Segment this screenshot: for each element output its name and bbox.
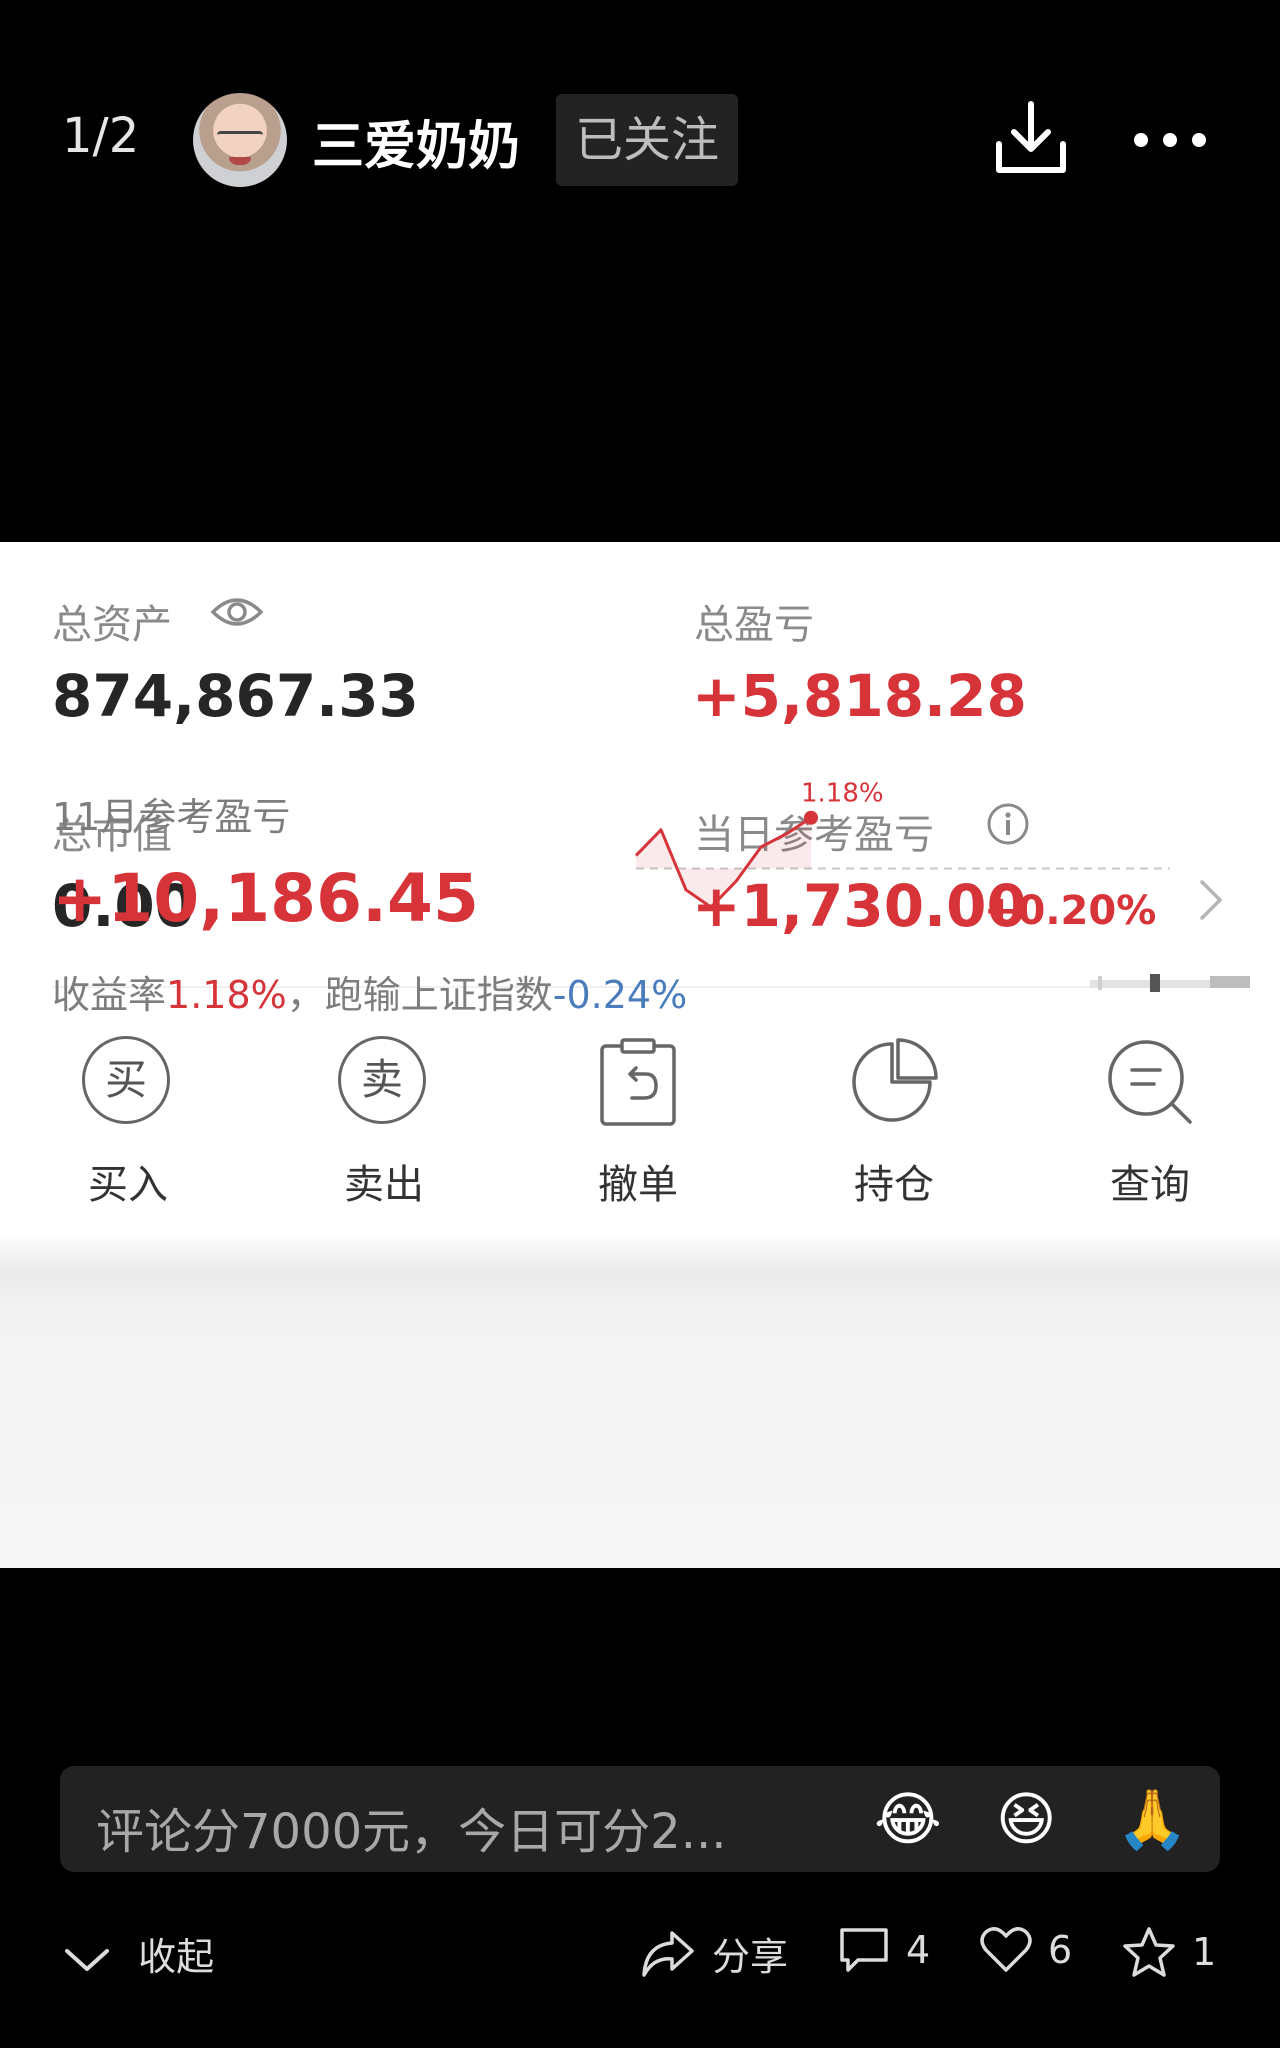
more-dot: [1192, 133, 1206, 147]
return-value: 1.18%: [166, 973, 287, 1017]
share-button[interactable]: 分享: [640, 1926, 788, 1981]
avatar-glasses: [217, 131, 263, 144]
sparkline-latest-point: [804, 810, 818, 825]
post-image[interactable]: 总资产 874,867.33 总盈亏 +5,818.28 总市值 0.00 当日…: [0, 542, 1280, 1568]
heart-icon: [980, 1927, 1032, 1972]
pray-emoji[interactable]: 🙏: [1116, 1786, 1188, 1852]
query-button[interactable]: 查询: [1060, 1036, 1240, 1210]
favorite-count: 1: [1192, 1930, 1217, 1974]
eye-icon: [210, 594, 264, 630]
avatar-mouth: [229, 157, 251, 165]
share-icon: [642, 1930, 694, 1977]
sell-icon: 卖: [338, 1036, 430, 1128]
sell-label: 卖出: [344, 1162, 424, 1208]
laugh-cry-emoji[interactable]: 😂: [874, 1786, 942, 1852]
like-count: 6: [1048, 1928, 1073, 1972]
comment-button[interactable]: 4: [838, 1926, 930, 1974]
comment-icon: [840, 1928, 888, 1972]
favorite-button[interactable]: 1: [1122, 1926, 1216, 1978]
cancel-order-label: 撤单: [598, 1162, 678, 1208]
grin-emoji[interactable]: 😆: [996, 1786, 1056, 1852]
total-assets-value: 874,867.33: [52, 662, 419, 730]
buy-label: 买入: [88, 1162, 168, 1208]
share-label: 分享: [712, 1935, 789, 1979]
chevron-right-icon[interactable]: [1196, 878, 1226, 922]
star-icon: [1123, 1927, 1175, 1977]
comment-count: 4: [906, 1928, 931, 1972]
cancel-order-icon: [592, 1036, 684, 1128]
return-compare-text: ，跑输上证指数: [286, 973, 553, 1017]
more-dot: [1163, 133, 1177, 147]
more-icon[interactable]: [1130, 126, 1210, 154]
query-search-icon: [1104, 1036, 1196, 1128]
total-pnl-value: +5,818.28: [692, 662, 1027, 730]
author-avatar[interactable]: [193, 93, 287, 187]
more-dot: [1134, 133, 1148, 147]
chevron-down-icon: [65, 1948, 109, 1971]
page-indicator: 1/2: [62, 108, 140, 164]
total-assets-label: 总资产: [52, 602, 172, 648]
monthly-sparkline: 1.18%: [634, 779, 1170, 909]
scroll-indicator: [1090, 974, 1250, 992]
sell-button[interactable]: 卖 卖出: [294, 1036, 474, 1210]
comment-input[interactable]: 评论分7000元，今日可分2... 😂 😆 🙏: [60, 1766, 1220, 1872]
holdings-label: 持仓: [854, 1162, 934, 1208]
collapse-button[interactable]: 收起: [62, 1926, 214, 1981]
top-bar: 1/2 三爱奶奶 已关注: [0, 0, 1280, 280]
bottom-action-bar: 收起 分享 4 6 1: [0, 1900, 1280, 1990]
monthly-pnl-value: +10,186.45: [52, 860, 479, 937]
index-diff-value: -0.24%: [552, 973, 688, 1017]
return-prefix: 收益率: [52, 973, 167, 1017]
download-icon[interactable]: [994, 100, 1068, 176]
buy-icon: 买: [82, 1036, 174, 1128]
holdings-button[interactable]: 持仓: [804, 1036, 984, 1210]
like-button[interactable]: 6: [980, 1926, 1072, 1974]
monthly-summary-band: [0, 1232, 1280, 1568]
pie-chart-icon: [848, 1036, 940, 1128]
monthly-pnl-label: 11月参考盈亏: [52, 795, 291, 839]
sparkline-peak-label: 1.18%: [801, 779, 884, 809]
total-pnl-label: 总盈亏: [694, 602, 814, 648]
author-name[interactable]: 三爱奶奶: [312, 104, 520, 179]
comment-placeholder: 评论分7000元，今日可分2...: [96, 1804, 727, 1860]
query-label: 查询: [1110, 1162, 1190, 1208]
return-summary: 收益率1.18%，跑输上证指数-0.24%: [52, 964, 687, 1019]
collapse-label: 收起: [138, 1935, 215, 1979]
follow-button[interactable]: 已关注: [556, 94, 738, 186]
buy-button[interactable]: 买 买入: [38, 1036, 218, 1210]
cancel-order-button[interactable]: 撤单: [548, 1036, 728, 1210]
